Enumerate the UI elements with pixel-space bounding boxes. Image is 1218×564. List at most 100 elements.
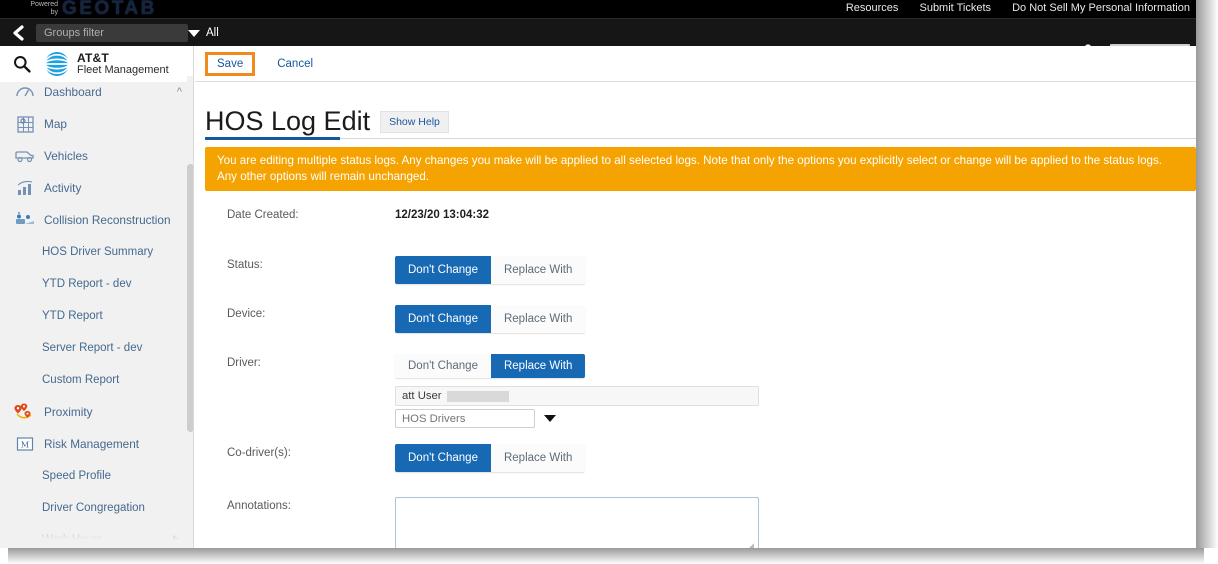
chevron-right-icon[interactable] — [173, 535, 179, 543]
sidebar-item-label: Custom Report — [42, 374, 120, 386]
sidebar-item-label: Map — [44, 117, 67, 131]
sidebar-item-risk-management[interactable]: M Risk Management — [0, 428, 193, 460]
sidebar-item-label: YTD Report — [42, 310, 103, 322]
sidebar-item-label: Driver Congregation — [42, 502, 145, 514]
sidebar-item-dashboard[interactable]: Dashboard ^ — [0, 76, 193, 108]
driver-user-field[interactable]: att User — [395, 386, 759, 406]
date-created-label: Date Created: — [227, 209, 299, 221]
annotations-textarea[interactable] — [395, 497, 759, 548]
risk-management-icon: M — [12, 433, 38, 455]
collision-reconstruction-icon — [12, 209, 38, 231]
driver-segmented-control: Don't Change Replace With — [395, 354, 586, 378]
top-nav-links: Resources Submit Tickets Do Not Sell My … — [828, 2, 1190, 14]
sidebar-item-ytd-report[interactable]: YTD Report — [0, 300, 193, 332]
chevron-up-icon[interactable]: ^ — [177, 76, 182, 108]
hos-log-edit-form: Date Created: 12/23/20 13:04:32 Status: … — [195, 206, 1196, 548]
window-shadow-bottom — [8, 548, 1204, 564]
top-nav-do-not-sell[interactable]: Do Not Sell My Personal Information — [1012, 2, 1190, 14]
sidebar-item-custom-report[interactable]: Custom Report — [0, 364, 193, 396]
att-fleet-logo: AT&T Fleet Management — [44, 51, 169, 77]
sidebar-item-activity[interactable]: Activity — [0, 172, 193, 204]
chevron-down-icon[interactable] — [544, 415, 556, 422]
proximity-pins-icon — [12, 401, 38, 423]
svg-text:M: M — [21, 441, 29, 450]
sidebar-item-server-report-dev[interactable]: Server Report - dev — [0, 332, 193, 364]
driver-user-redacted — [446, 390, 509, 402]
field-row-driver: Driver: Don't Change Replace With att Us… — [195, 354, 1196, 428]
action-toolbar: Save Cancel — [195, 46, 1196, 82]
field-row-status: Status: Don't Change Replace With — [195, 256, 1196, 284]
browser-window: Powered by GEOTAB Resources Submit Ticke… — [0, 0, 1196, 548]
status-label: Status: — [227, 259, 263, 271]
sidebar-item-driver-congregation[interactable]: Driver Congregation — [0, 492, 193, 524]
search-icon[interactable] — [0, 55, 44, 73]
sidebar-scrollbar-thumb[interactable] — [187, 164, 193, 432]
sidebar-item-hos-driver-summary[interactable]: HOS Driver Summary — [0, 236, 193, 268]
title-divider — [205, 138, 1196, 139]
window-shadow-right — [1196, 0, 1218, 548]
att-logo-line2: Fleet Management — [77, 64, 169, 76]
title-divider-accent — [205, 137, 340, 140]
status-segmented-control: Don't Change Replace With — [395, 256, 586, 284]
sidebar-item-label: Risk Management — [44, 437, 140, 451]
map-icon — [12, 113, 38, 135]
driver-replace-with-button[interactable]: Replace With — [490, 354, 586, 378]
device-segmented-control: Don't Change Replace With — [395, 305, 586, 333]
multi-edit-warning-banner: You are editing multiple status logs. An… — [205, 147, 1196, 191]
codriver-dont-change-button[interactable]: Don't Change — [395, 444, 491, 472]
annotations-label: Annotations: — [227, 500, 291, 512]
page-title-row: HOS Log Edit Show Help — [195, 90, 1196, 138]
field-row-annotations: Annotations: ◢ — [195, 497, 1196, 548]
field-row-device: Device: Don't Change Replace With — [195, 305, 1196, 333]
codriver-segmented-control: Don't Change Replace With — [395, 444, 586, 472]
top-nav-submit-tickets[interactable]: Submit Tickets — [919, 2, 991, 14]
driver-group-combo — [395, 409, 759, 428]
groups-bar: All Support Attsalesdemo 0 Notifications — [0, 18, 1196, 60]
field-row-codriver: Co-driver(s): Don't Change Replace With — [195, 444, 1196, 472]
groups-filter-input[interactable] — [36, 24, 188, 42]
sidebar-item-map[interactable]: Map — [0, 108, 193, 140]
show-help-button[interactable]: Show Help — [380, 111, 449, 133]
sidebar-item-label: Collision Reconstruction — [44, 213, 171, 227]
sidebar-item-proximity[interactable]: Proximity — [0, 396, 193, 428]
status-replace-with-button[interactable]: Replace With — [490, 256, 586, 284]
sidebar-scrollbar[interactable] — [187, 76, 193, 548]
att-globe-icon — [44, 52, 70, 76]
sidebar-item-work-hours[interactable]: Work Hours... — [0, 524, 193, 548]
sidebar-item-label: YTD Report - dev — [42, 278, 132, 290]
sidebar-item-label: Work Hours... — [42, 534, 113, 546]
back-chevron-icon[interactable] — [10, 24, 28, 42]
activity-bar-chart-icon — [12, 177, 38, 199]
device-replace-with-button[interactable]: Replace With — [490, 305, 586, 333]
sidebar-item-collision-reconstruction[interactable]: Collision Reconstruction — [0, 204, 193, 236]
att-logo-line1: AT&T — [77, 51, 109, 65]
sidebar-item-speed-profile[interactable]: Speed Profile — [0, 460, 193, 492]
sidebar-item-label: Vehicles — [44, 149, 88, 163]
codriver-label: Co-driver(s): — [227, 447, 291, 459]
sidebar-item-ytd-report-dev[interactable]: YTD Report - dev — [0, 268, 193, 300]
sidebar-item-vehicles[interactable]: Vehicles — [0, 140, 193, 172]
brand-bar: Powered by GEOTAB Resources Submit Ticke… — [0, 0, 1196, 19]
save-button[interactable]: Save — [205, 51, 256, 76]
chevron-down-icon[interactable] — [188, 30, 200, 37]
save-button-highlight: Save — [205, 51, 256, 76]
driver-inputs: att User — [395, 386, 759, 428]
app-root: Powered by GEOTAB Resources Submit Ticke… — [0, 0, 1218, 564]
sidebar-item-label: Speed Profile — [42, 470, 112, 482]
driver-group-input[interactable] — [395, 409, 535, 428]
vehicle-truck-icon — [12, 145, 38, 167]
driver-label: Driver: — [227, 357, 261, 369]
sidebar-item-label: HOS Driver Summary — [42, 246, 154, 258]
field-row-date-created: Date Created: 12/23/20 13:04:32 — [195, 206, 1196, 234]
dashboard-gauge-icon — [12, 81, 38, 103]
sidebar-nav-list: Dashboard ^ Map Vehicles Activity Collis… — [0, 76, 193, 548]
driver-dont-change-button[interactable]: Don't Change — [395, 354, 491, 378]
device-dont-change-button[interactable]: Don't Change — [395, 305, 491, 333]
driver-user-value: att User — [402, 390, 442, 402]
cancel-button[interactable]: Cancel — [269, 53, 321, 75]
top-nav-resources[interactable]: Resources — [846, 2, 899, 14]
codriver-replace-with-button[interactable]: Replace With — [490, 444, 586, 472]
groups-scope-label: All — [206, 27, 219, 39]
status-dont-change-button[interactable]: Don't Change — [395, 256, 491, 284]
sidebar: AT&T Fleet Management Dashboard ^ Map Ve… — [0, 46, 194, 548]
